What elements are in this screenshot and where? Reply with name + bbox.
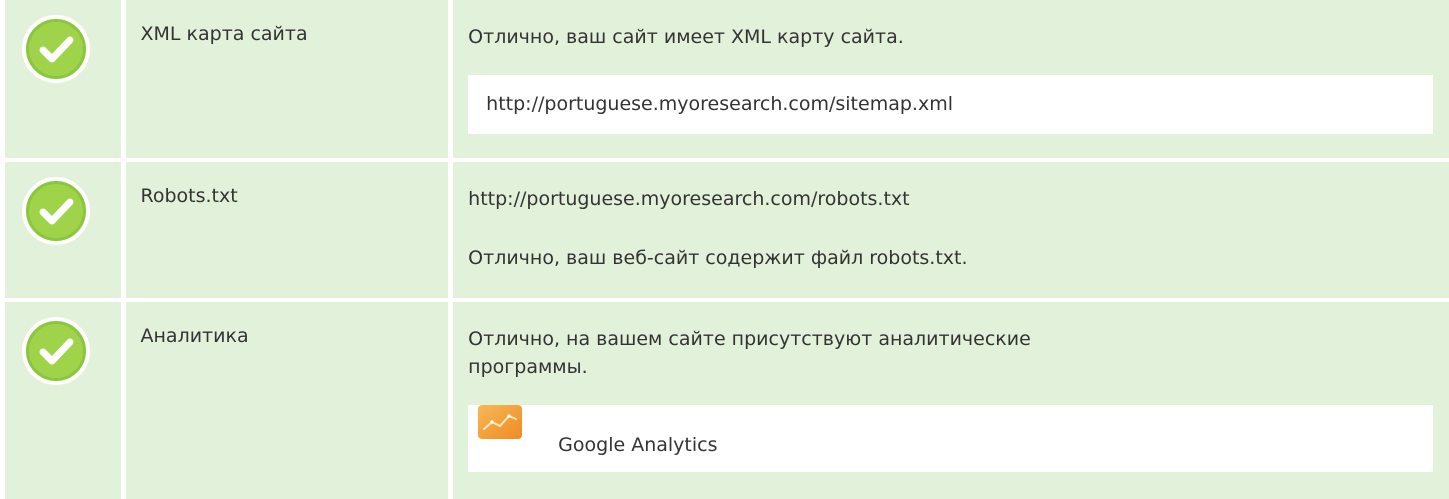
- check-circle-icon: [22, 317, 90, 385]
- analytics-tool-box: Google Analytics: [468, 405, 1433, 472]
- row-title-text: Robots.txt: [140, 185, 238, 207]
- report-row-sitemap: XML карта сайта Отлично, ваш сайт имеет …: [0, 0, 1449, 158]
- google-analytics-icon: [478, 405, 523, 439]
- row-title: Robots.txt: [125, 162, 449, 298]
- row-title: Аналитика: [125, 302, 449, 499]
- row-details: http://portuguese.myoresearch.com/robots…: [453, 162, 1449, 298]
- status-cell: [5, 162, 121, 298]
- analytics-message-line2: программы.: [468, 356, 588, 378]
- row-title-text: Аналитика: [140, 325, 249, 347]
- status-cell: [5, 0, 121, 158]
- sitemap-url[interactable]: http://portuguese.myoresearch.com/sitema…: [486, 93, 953, 115]
- report-row-analytics: Аналитика Отлично, на вашем сайте присут…: [0, 302, 1449, 499]
- row-title: XML карта сайта: [125, 0, 449, 158]
- row-details: Отлично, на вашем сайте присутствуют ана…: [453, 302, 1449, 499]
- robots-message: Отлично, ваш веб-сайт содержит файл robo…: [468, 247, 968, 269]
- sitemap-url-box: http://portuguese.myoresearch.com/sitema…: [468, 75, 1433, 134]
- sitemap-message: Отлично, ваш сайт имеет XML карту сайта.: [468, 26, 904, 48]
- row-details: Отлично, ваш сайт имеет XML карту сайта.…: [453, 0, 1449, 158]
- check-circle-icon: [22, 177, 90, 245]
- seo-report: XML карта сайта Отлично, ваш сайт имеет …: [0, 0, 1449, 499]
- robots-url[interactable]: http://portuguese.myoresearch.com/robots…: [468, 185, 1433, 213]
- analytics-tool-name: Google Analytics: [558, 434, 718, 456]
- status-cell: [5, 302, 121, 499]
- report-row-robots: Robots.txt http://portuguese.myoresearch…: [0, 162, 1449, 298]
- check-circle-icon: [22, 15, 90, 83]
- row-title-text: XML карта сайта: [140, 23, 308, 45]
- analytics-message-line1: Отлично, на вашем сайте присутствуют ана…: [468, 328, 1031, 350]
